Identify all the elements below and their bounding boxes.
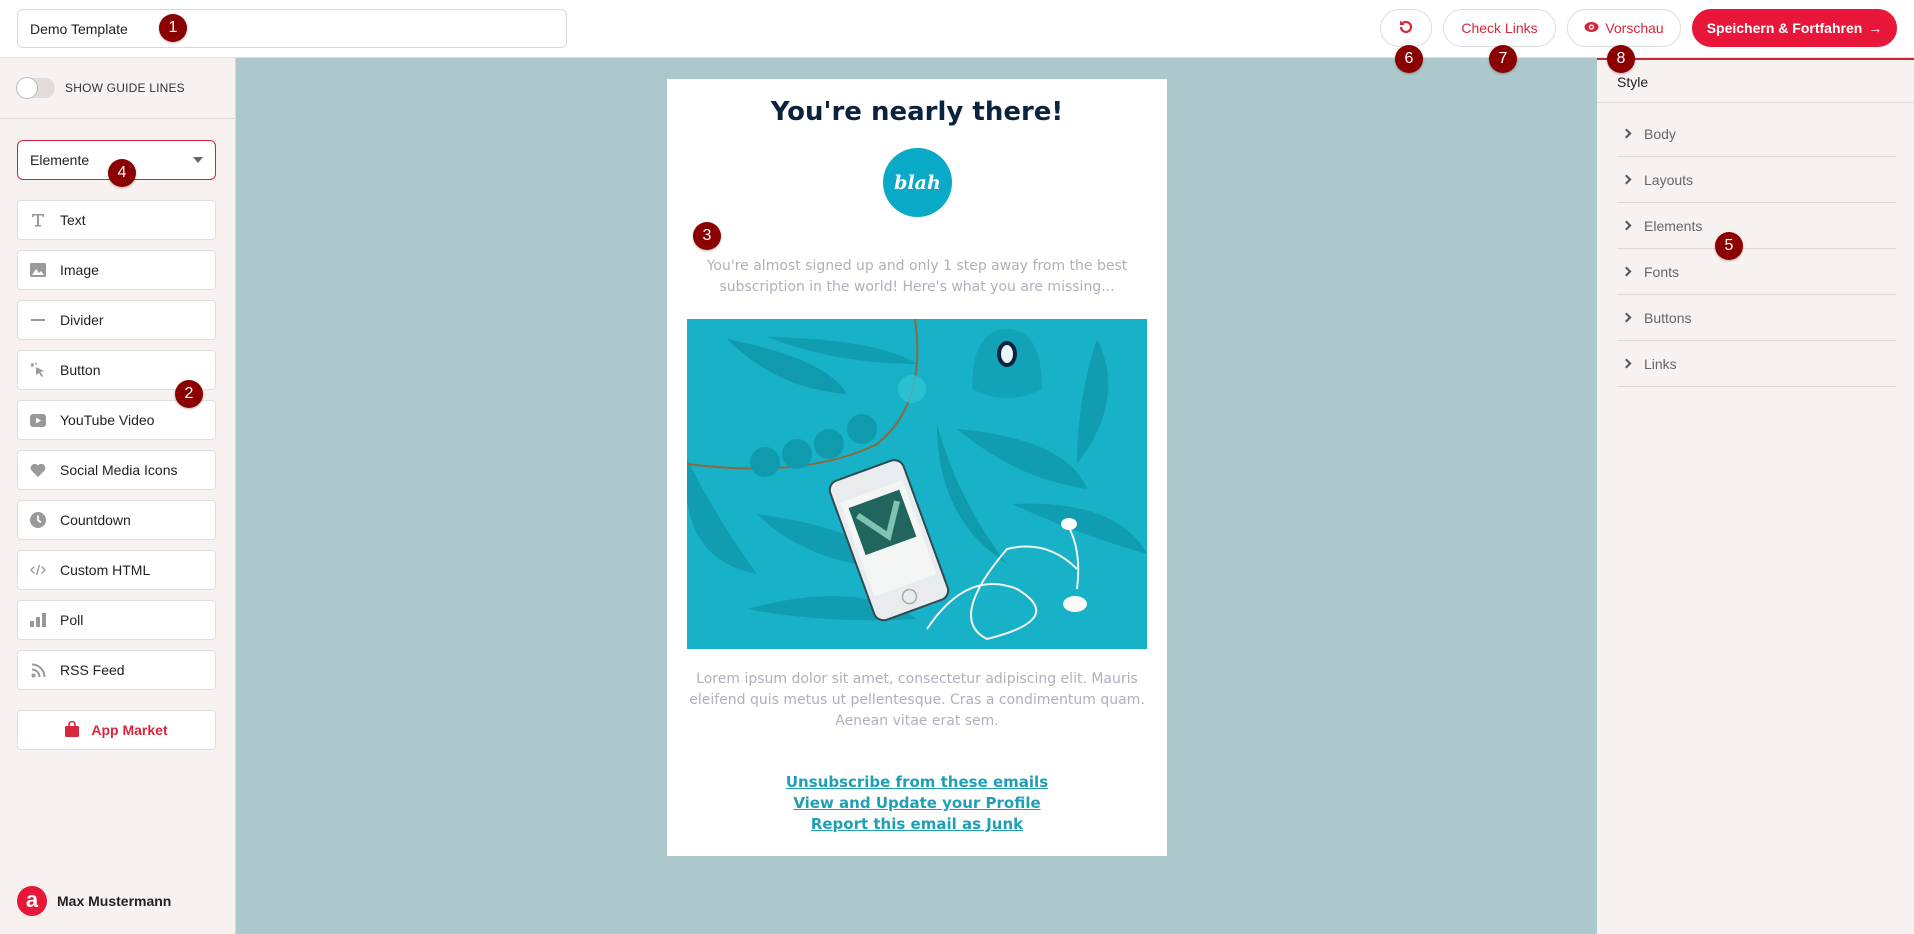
check-links-label: Check Links	[1461, 20, 1538, 36]
text-icon	[30, 212, 46, 228]
annotation-badge: 7	[1489, 45, 1517, 73]
annotation-badge: 8	[1607, 45, 1635, 73]
preview-label: Vorschau	[1605, 20, 1664, 36]
element-poll[interactable]: Poll	[17, 600, 216, 640]
email-preview: You're nearly there! blah You're almost …	[667, 79, 1167, 856]
caret-down-icon	[193, 157, 203, 163]
arrow-right-icon: →	[1868, 20, 1883, 36]
chevron-right-icon	[1621, 174, 1632, 185]
guide-lines-row: SHOW GUIDE LINES	[0, 58, 236, 119]
element-social-media-icons[interactable]: Social Media Icons	[17, 450, 216, 490]
annotation-badge: 3	[693, 222, 721, 250]
update-profile-link[interactable]: View and Update your Profile	[667, 793, 1167, 814]
check-links-button[interactable]: Check Links	[1443, 9, 1556, 47]
email-body-text[interactable]: Lorem ipsum dolor sit amet, consectetur …	[685, 669, 1149, 732]
template-name-input[interactable]	[17, 9, 567, 48]
user-name: Max Mustermann	[57, 893, 172, 909]
guide-lines-toggle[interactable]	[16, 77, 55, 99]
save-continue-label: Speichern & Fortfahren	[1706, 20, 1863, 36]
annotation-badge: 2	[175, 380, 203, 408]
style-section-fonts[interactable]: Fonts	[1617, 249, 1896, 295]
element-label: Custom HTML	[60, 562, 151, 578]
section-label: Fonts	[1644, 263, 1680, 280]
element-label: Social Media Icons	[60, 462, 178, 478]
style-section-body[interactable]: Body	[1617, 111, 1896, 157]
report-junk-link[interactable]: Report this email as Junk	[667, 814, 1167, 835]
section-label: Buttons	[1644, 309, 1692, 326]
email-heading[interactable]: You're nearly there!	[667, 97, 1167, 127]
element-label: Image	[60, 262, 99, 278]
cursor-click-icon	[30, 362, 46, 378]
element-label: Text	[60, 212, 86, 228]
divider-icon	[30, 312, 46, 328]
rss-icon	[30, 662, 46, 678]
section-label: Body	[1644, 125, 1676, 142]
user-account[interactable]: a Max Mustermann	[17, 886, 171, 916]
annotation-badge: 1	[159, 14, 187, 42]
style-panel-title: Style	[1617, 74, 1649, 90]
email-logo[interactable]: blah	[883, 148, 952, 217]
section-label: Links	[1644, 355, 1677, 372]
eye-icon	[1584, 20, 1599, 36]
hero-image[interactable]	[687, 319, 1147, 649]
dropdown-value: Elemente	[30, 152, 90, 168]
element-label: Divider	[60, 312, 104, 328]
hero-image-graphic	[687, 319, 1147, 649]
email-footer-links: Unsubscribe from these emails View and U…	[667, 772, 1167, 835]
section-label: Elements	[1644, 217, 1703, 234]
chevron-right-icon	[1621, 266, 1632, 277]
style-section-links[interactable]: Links	[1617, 341, 1896, 387]
image-icon	[30, 262, 46, 278]
style-section-layouts[interactable]: Layouts	[1617, 157, 1896, 203]
email-intro-text[interactable]: You're almost signed up and only 1 step …	[697, 256, 1137, 298]
annotation-badge: 6	[1395, 45, 1423, 73]
element-image[interactable]: Image	[17, 250, 216, 290]
chevron-right-icon	[1621, 220, 1632, 231]
toggle-knob	[16, 77, 38, 99]
element-label: RSS Feed	[60, 662, 125, 678]
annotation-badge: 5	[1715, 232, 1743, 260]
editor-canvas: You're nearly there! blah You're almost …	[236, 58, 1597, 934]
heart-icon	[30, 462, 46, 478]
undo-button[interactable]	[1380, 9, 1432, 47]
bar-chart-icon	[30, 612, 46, 628]
element-label: Button	[60, 362, 101, 378]
unsubscribe-link[interactable]: Unsubscribe from these emails	[667, 772, 1167, 793]
code-icon	[30, 562, 46, 578]
element-rss-feed[interactable]: RSS Feed	[17, 650, 216, 690]
guide-lines-label: SHOW GUIDE LINES	[65, 81, 185, 95]
element-label: Poll	[60, 612, 84, 628]
clock-icon	[30, 512, 46, 528]
shopping-bag-icon	[65, 720, 80, 740]
preview-button[interactable]: Vorschau	[1567, 9, 1681, 47]
chevron-right-icon	[1621, 128, 1632, 139]
brand-logo-icon: a	[17, 886, 47, 916]
app-market-button[interactable]: App Market	[17, 710, 216, 750]
style-section-buttons[interactable]: Buttons	[1617, 295, 1896, 341]
undo-icon	[1398, 19, 1414, 38]
element-custom-html[interactable]: Custom HTML	[17, 550, 216, 590]
style-panel: Style Body Layouts Elements Fonts Button…	[1597, 58, 1914, 934]
element-label: Countdown	[60, 512, 131, 528]
element-countdown[interactable]: Countdown	[17, 500, 216, 540]
element-text[interactable]: Text	[17, 200, 216, 240]
youtube-icon	[30, 412, 46, 428]
annotation-badge: 4	[108, 159, 136, 187]
save-continue-button[interactable]: Speichern & Fortfahren →	[1692, 9, 1897, 47]
element-label: YouTube Video	[60, 412, 155, 428]
style-section-elements[interactable]: Elements	[1617, 203, 1896, 249]
chevron-right-icon	[1621, 358, 1632, 369]
divider	[1597, 102, 1914, 103]
chevron-right-icon	[1621, 312, 1632, 323]
element-divider[interactable]: Divider	[17, 300, 216, 340]
elements-sidebar: SHOW GUIDE LINES Elemente Text Image Div…	[0, 58, 236, 934]
app-market-label: App Market	[91, 722, 168, 738]
section-label: Layouts	[1644, 171, 1694, 188]
